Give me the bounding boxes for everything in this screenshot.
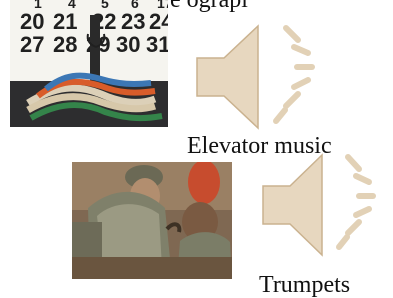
item-label-trumpets: Trumpets <box>259 272 351 298</box>
calendar-clothes-image: 20 21 22 23 24 27 28 29 30 31 1 4 5 6 17 <box>10 0 168 127</box>
calendar-number: 23 <box>121 9 145 34</box>
svg-text:5: 5 <box>101 0 109 11</box>
calendar-number: 30 <box>116 32 140 57</box>
cutoff-heading: e ograpl <box>170 0 248 13</box>
calendar-number: 27 <box>20 32 44 57</box>
svg-text:17: 17 <box>157 0 168 11</box>
svg-text:1: 1 <box>34 0 42 11</box>
soldiers-image <box>72 162 232 279</box>
calendar-number: 24 <box>149 9 168 34</box>
speaker-sound-icon[interactable] <box>258 151 393 261</box>
svg-text:4: 4 <box>68 0 76 11</box>
soldiers-photo <box>72 162 232 279</box>
calendar-clothes-photo: 20 21 22 23 24 27 28 29 30 31 1 4 5 6 17 <box>10 0 168 127</box>
calendar-number: 31 <box>146 32 168 57</box>
calendar-number: 21 <box>53 9 77 34</box>
calendar-number: 28 <box>53 32 77 57</box>
speaker-sound-icon[interactable] <box>190 22 335 132</box>
calendar-number: 20 <box>20 9 44 34</box>
svg-text:6: 6 <box>131 0 139 11</box>
